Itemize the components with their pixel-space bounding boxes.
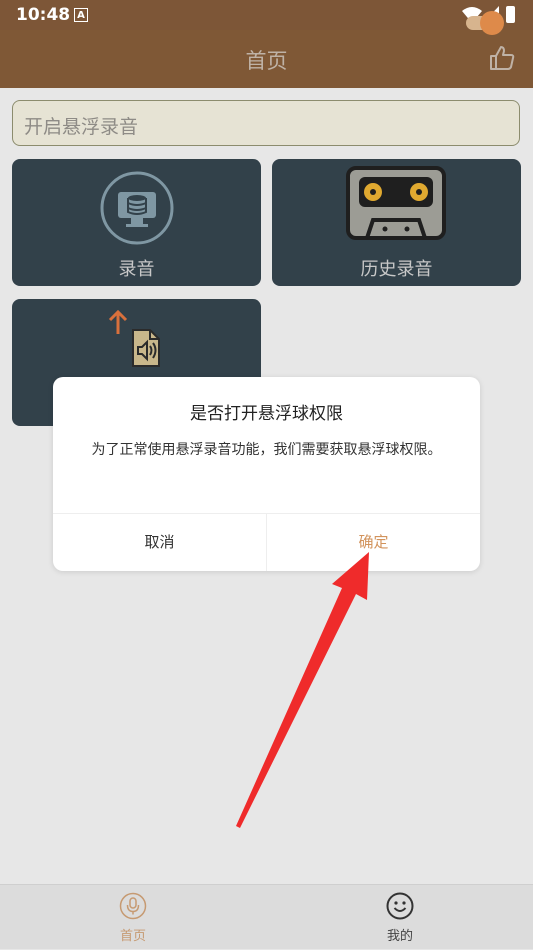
nav-item-home[interactable]: 首页 [0, 885, 266, 950]
bottom-nav: 首页 我的 [0, 884, 533, 949]
smiley-icon [386, 892, 414, 920]
annotation-arrow [236, 552, 369, 828]
microphone-icon [119, 892, 147, 920]
nav-label-mine: 我的 [386, 929, 413, 944]
nav-label-home: 首页 [119, 929, 146, 944]
nav-item-mine[interactable]: 我的 [267, 885, 533, 950]
